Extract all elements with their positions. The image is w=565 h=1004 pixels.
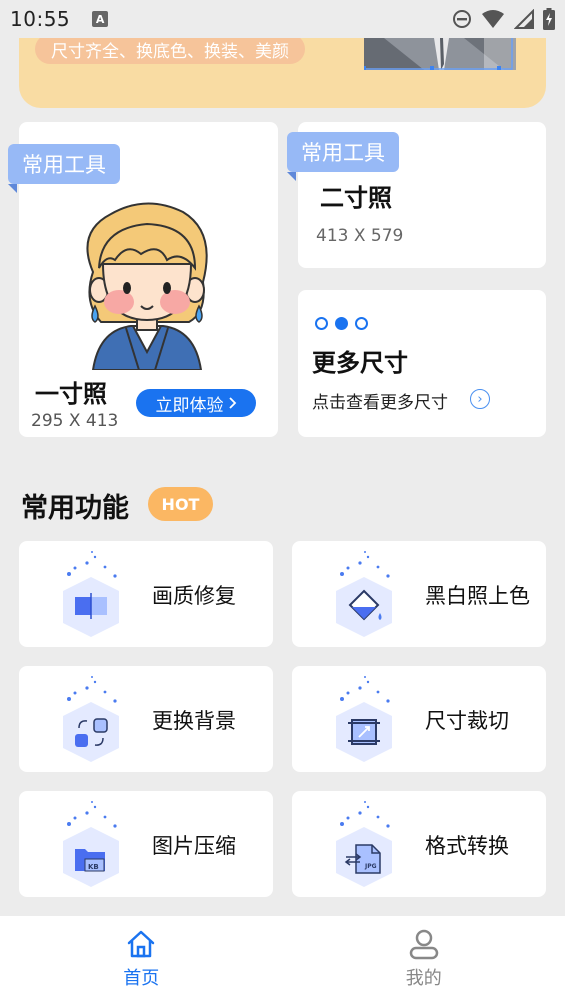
two-inch-title: 二寸照	[320, 184, 392, 212]
dots-icon	[315, 317, 368, 330]
nav-home[interactable]: 首页	[0, 916, 283, 1004]
status-icons	[452, 8, 555, 30]
common-tool-tag: 常用工具	[8, 144, 120, 184]
do-not-disturb-icon	[453, 10, 471, 28]
nav-profile-label: 我的	[405, 968, 442, 989]
one-inch-title: 一寸照	[35, 380, 107, 408]
dot	[355, 317, 368, 330]
common-tool-tag: 常用工具	[287, 132, 399, 172]
feature-label: 尺寸裁切	[425, 709, 509, 733]
one-inch-size: 295 X 413	[31, 411, 119, 431]
try-now-button[interactable]: 立即体验	[136, 389, 256, 417]
arrow-right-circle-icon[interactable]: ›	[470, 389, 490, 409]
feature-label: 图片压缩	[152, 834, 236, 858]
status-time: 10:55	[10, 7, 71, 31]
banner-tagline: 尺寸齐全、换底色、换装、美颜	[35, 38, 305, 64]
colorize-icon	[336, 551, 392, 637]
user-icon	[409, 929, 438, 960]
feature-label: 更换背景	[152, 709, 236, 733]
section-title: 常用功能	[21, 493, 129, 524]
try-now-label: 立即体验	[155, 395, 224, 416]
hot-badge: HOT	[148, 487, 213, 521]
feature-image-repair[interactable]: 画质修复	[19, 541, 273, 647]
notification-badge-icon: A	[92, 11, 109, 27]
format-convert-icon: JPG	[336, 801, 392, 887]
more-sizes-card[interactable]: 更多尺寸 点击查看更多尺寸 ›	[298, 290, 546, 437]
bottom-nav: 首页 我的	[0, 916, 565, 1004]
chevron-right-icon	[228, 397, 236, 409]
image-repair-icon	[63, 551, 119, 637]
banner-photo	[364, 38, 516, 70]
two-inch-size: 413 X 579	[316, 226, 404, 246]
nav-home-label: 首页	[123, 968, 160, 989]
battery-icon	[543, 8, 555, 30]
background-swap-icon	[63, 676, 119, 762]
feature-label: 画质修复	[152, 584, 236, 608]
more-sizes-title: 更多尺寸	[312, 349, 408, 377]
crop-icon	[336, 676, 392, 762]
nav-profile[interactable]: 我的	[283, 916, 565, 1004]
one-inch-card[interactable]: 常用工具 一寸照 295 X 413 立即体验	[8, 122, 278, 437]
banner-suit-image	[364, 38, 516, 70]
feature-background-swap[interactable]: 更换背景	[19, 666, 273, 772]
svg-text:JPG: JPG	[364, 863, 377, 870]
more-sizes-subtitle: 点击查看更多尺寸	[312, 393, 448, 413]
compress-icon: KB	[63, 801, 119, 887]
feature-crop[interactable]: 尺寸裁切	[292, 666, 546, 772]
feature-label: 黑白照上色	[425, 584, 530, 608]
feature-compress[interactable]: KB 图片压缩	[19, 791, 273, 897]
two-inch-card[interactable]: 常用工具 二寸照 413 X 579	[287, 122, 546, 268]
dot	[335, 317, 348, 330]
promo-banner[interactable]: 尺寸齐全、换底色、换装、美颜	[19, 38, 546, 108]
status-bar: 10:55 A	[0, 0, 565, 38]
wifi-icon	[482, 10, 504, 28]
tag-fold	[287, 172, 296, 181]
dot	[315, 317, 328, 330]
feature-label: 格式转换	[425, 834, 509, 858]
svg-text:KB: KB	[88, 863, 99, 871]
feature-format-convert[interactable]: JPG 格式转换	[292, 791, 546, 897]
tag-fold	[8, 184, 17, 193]
signal-icon	[514, 9, 534, 29]
cartoon-avatar-illustration	[86, 202, 208, 370]
feature-colorize[interactable]: 黑白照上色	[292, 541, 546, 647]
home-icon	[128, 930, 155, 958]
